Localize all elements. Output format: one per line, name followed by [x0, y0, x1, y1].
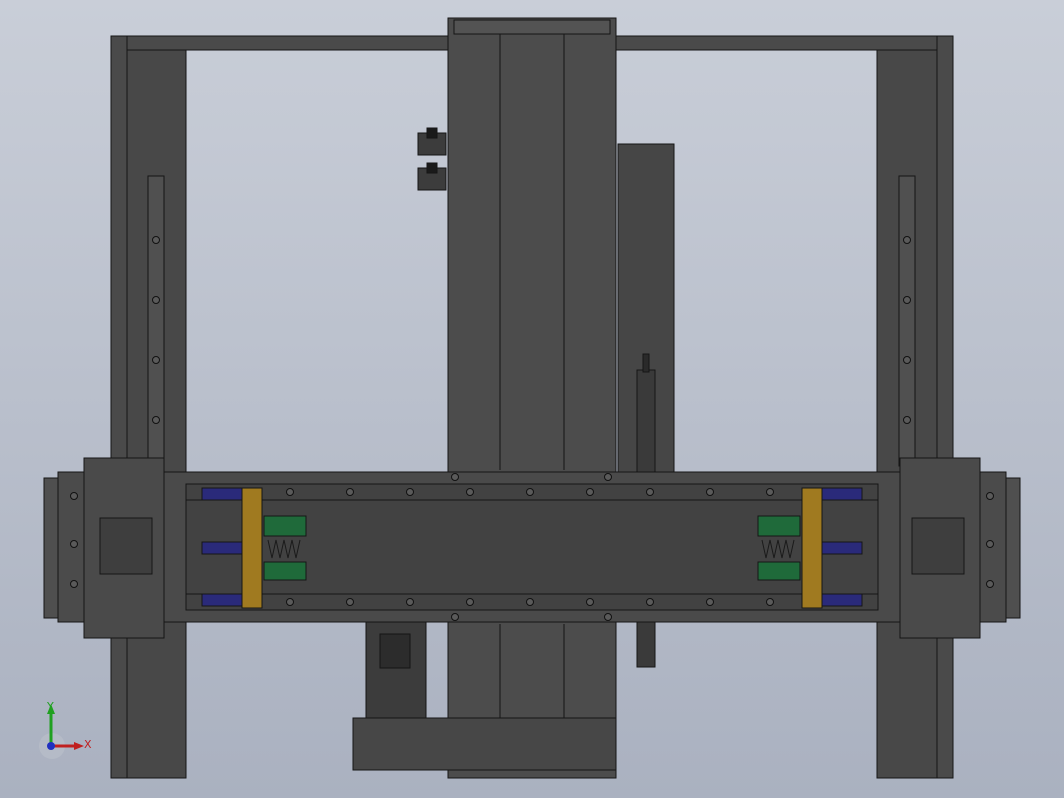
- right-spring-block-bottom: [757, 561, 801, 581]
- gantry-assembly-drawing[interactable]: X Y: [0, 0, 1064, 798]
- bolt-head: [346, 598, 354, 606]
- vertical-axis-top-cap: [453, 19, 611, 35]
- bottom-base-plate[interactable]: [352, 717, 617, 771]
- left-motor-housing: [99, 517, 153, 575]
- cable-chain-lower[interactable]: [636, 621, 656, 668]
- cad-viewport[interactable]: X Y: [0, 0, 1064, 798]
- y-axis-label: Y: [46, 700, 54, 713]
- motor-connector: [379, 633, 411, 669]
- bolt-head: [406, 488, 414, 496]
- right-column-outer[interactable]: [936, 35, 954, 779]
- bolt-head: [286, 488, 294, 496]
- bolt-head: [586, 598, 594, 606]
- right-motor-housing: [911, 517, 965, 575]
- left-guide-rod-middle: [201, 541, 243, 555]
- left-spring-block-top: [263, 515, 307, 537]
- left-guide-rod-bottom: [201, 593, 243, 607]
- bolt-head: [903, 416, 911, 424]
- bolt-head: [152, 236, 160, 244]
- left-spring-block-bottom: [263, 561, 307, 581]
- left-guide-rod-top: [201, 487, 243, 501]
- bolt-head: [903, 296, 911, 304]
- left-column-outer[interactable]: [110, 35, 128, 779]
- bolt-head: [466, 488, 474, 496]
- sensor-upper: [426, 127, 438, 139]
- bolt-head: [152, 356, 160, 364]
- bolt-head: [70, 540, 78, 548]
- sensor-lower: [426, 162, 438, 174]
- bolt-head: [346, 488, 354, 496]
- right-guide-rod-top: [821, 487, 863, 501]
- vertical-axis-module[interactable]: [447, 17, 617, 779]
- right-clamp-jaw[interactable]: [801, 487, 823, 609]
- x-axis-label: X: [84, 738, 92, 751]
- bolt-head: [766, 488, 774, 496]
- right-guide-rod-bottom: [821, 593, 863, 607]
- bolt-head: [706, 488, 714, 496]
- cable-chain-upper[interactable]: [636, 369, 656, 476]
- left-clamp-jaw[interactable]: [241, 487, 263, 609]
- bolt-head: [903, 236, 911, 244]
- bolt-head: [646, 598, 654, 606]
- bolt-head: [526, 598, 534, 606]
- z-axis-dot: [47, 742, 55, 750]
- bolt-head: [526, 488, 534, 496]
- bolt-head: [70, 492, 78, 500]
- bolt-head: [766, 598, 774, 606]
- bolt-head: [406, 598, 414, 606]
- bolt-head: [706, 598, 714, 606]
- bolt-head: [466, 598, 474, 606]
- bolt-head: [986, 492, 994, 500]
- right-spring-block-top: [757, 515, 801, 537]
- bolt-head: [986, 540, 994, 548]
- bolt-head: [986, 580, 994, 588]
- bolt-head: [903, 356, 911, 364]
- bolt-head: [152, 296, 160, 304]
- right-guide-rod-middle: [821, 541, 863, 555]
- bolt-head: [604, 473, 612, 481]
- bolt-head: [451, 613, 459, 621]
- crossbeam-inner-plate: [185, 483, 879, 611]
- bolt-head: [451, 473, 459, 481]
- bolt-head: [586, 488, 594, 496]
- bolt-head: [604, 613, 612, 621]
- bolt-head: [646, 488, 654, 496]
- bolt-head: [286, 598, 294, 606]
- bolt-head: [152, 416, 160, 424]
- cable-chain-end: [642, 353, 650, 373]
- bolt-head: [70, 580, 78, 588]
